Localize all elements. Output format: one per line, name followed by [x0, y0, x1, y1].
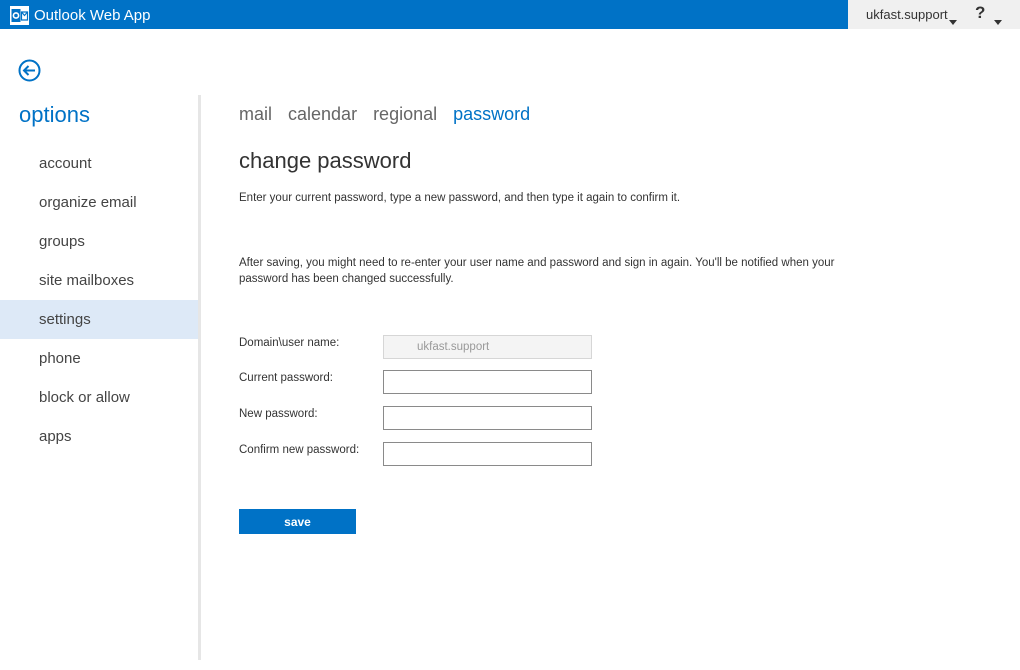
settings-tabs: mail calendar regional password: [239, 104, 546, 125]
confirm-password-row: Confirm new password:: [239, 442, 599, 466]
sidebar-item-apps[interactable]: apps: [0, 417, 198, 456]
confirm-password-label: Confirm new password:: [239, 444, 360, 456]
domain-user-field: [383, 335, 592, 359]
current-password-label: Current password:: [239, 372, 333, 384]
new-password-row: New password:: [239, 406, 599, 430]
page-title: change password: [239, 148, 412, 173]
tab-regional[interactable]: regional: [373, 104, 437, 125]
outlook-logo-icon: [10, 5, 29, 25]
sidebar-item-site-mailboxes[interactable]: site mailboxes: [0, 261, 198, 300]
domain-user-row: Domain\user name:: [239, 335, 599, 359]
save-button[interactable]: save: [239, 509, 356, 534]
back-button[interactable]: [18, 59, 41, 82]
new-password-field[interactable]: [383, 406, 592, 430]
current-password-row: Current password:: [239, 370, 599, 394]
note-text: After saving, you might need to re-enter…: [239, 257, 835, 285]
options-nav: account organize email groups site mailb…: [0, 144, 198, 456]
tab-calendar[interactable]: calendar: [288, 104, 357, 125]
chevron-down-icon[interactable]: [949, 12, 957, 30]
sidebar-item-organize-email[interactable]: organize email: [0, 183, 198, 222]
user-area: ukfast.support ?: [848, 0, 1020, 29]
top-bar: Outlook Web App ukfast.support ?: [0, 0, 1020, 29]
sidebar-item-account[interactable]: account: [0, 144, 198, 183]
sidebar-item-settings[interactable]: settings: [0, 300, 198, 339]
sidebar-divider: [198, 95, 201, 660]
domain-user-label: Domain\user name:: [239, 337, 340, 349]
new-password-label: New password:: [239, 408, 318, 420]
current-password-field[interactable]: [383, 370, 592, 394]
sidebar-item-phone[interactable]: phone: [0, 339, 198, 378]
app-brand[interactable]: Outlook Web App: [10, 5, 150, 25]
sidebar-item-block-or-allow[interactable]: block or allow: [0, 378, 198, 417]
options-title: options: [19, 102, 90, 127]
tab-password[interactable]: password: [453, 104, 530, 125]
tab-mail[interactable]: mail: [239, 104, 272, 125]
sidebar-item-groups[interactable]: groups: [0, 222, 198, 261]
chevron-down-icon[interactable]: [994, 12, 1002, 30]
intro-text: Enter your current password, type a new …: [239, 192, 681, 204]
back-arrow-icon: [18, 59, 41, 82]
confirm-password-field[interactable]: [383, 442, 592, 466]
help-icon[interactable]: ?: [975, 3, 985, 23]
app-title: Outlook Web App: [34, 6, 151, 24]
user-name-menu[interactable]: ukfast.support: [866, 7, 948, 22]
